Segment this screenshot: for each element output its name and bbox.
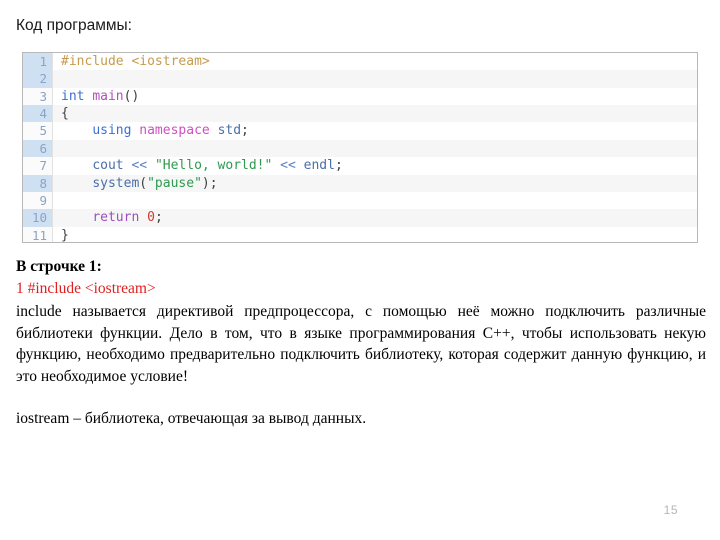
code-line: #include <iostream>: [53, 53, 697, 70]
line-number: 6: [23, 139, 52, 158]
token-shift-operator: <<: [131, 158, 148, 174]
line-number: 11: [31, 227, 47, 243]
token-namespace: namespace: [139, 123, 210, 139]
code-content: #include <iostream> int main() { using n…: [53, 53, 697, 242]
line-number: 9: [39, 192, 47, 208]
token-std: std: [217, 123, 242, 139]
line-number: 4: [23, 105, 52, 123]
code-line: [53, 139, 697, 158]
token-int: int: [61, 88, 85, 104]
token-semicolon: ;: [209, 175, 218, 191]
explanation-section: В строчке 1: 1 #include <iostream> inclu…: [16, 257, 706, 430]
token-using: using: [92, 123, 132, 139]
explanation-code-reference: 1 #include <iostream>: [16, 280, 156, 297]
token-zero: 0: [147, 210, 155, 226]
code-block: 1 2 3 4 5 6 7 8 9 10 11 #include <iostre…: [22, 52, 698, 243]
code-line: int main(): [53, 88, 697, 105]
token-paren-close: ): [201, 175, 210, 191]
page-title: Код программы:: [16, 17, 132, 34]
token-system: system: [92, 175, 140, 191]
token-shift-operator: <<: [280, 158, 296, 174]
token-semicolon: ;: [241, 123, 249, 139]
token-pause-string: "pause": [147, 175, 202, 191]
token-main: main: [92, 88, 124, 104]
page-number: 15: [663, 503, 678, 517]
explanation-paragraph-1: include называется директивой предпроцес…: [16, 303, 706, 385]
code-gutter: 1 2 3 4 5 6 7 8 9 10 11: [23, 53, 53, 242]
explanation-heading: В строчке 1:: [16, 258, 102, 275]
code-line: return 0;: [53, 209, 697, 227]
token-brace-close: }: [61, 227, 69, 243]
line-number: 8: [23, 174, 52, 192]
line-number: 1: [23, 53, 52, 71]
code-line: [53, 70, 697, 88]
line-number: 5: [39, 123, 47, 139]
token-semicolon: ;: [154, 210, 163, 226]
token-semicolon: ;: [334, 158, 343, 174]
code-line: cout << "Hello, world!" << endl;: [53, 157, 697, 174]
line-number: 7: [39, 158, 47, 174]
token-paren-open: (: [139, 175, 148, 191]
code-line: system("pause");: [53, 174, 697, 192]
token-header: <iostream>: [131, 54, 210, 69]
token-paren-close: ): [131, 88, 140, 104]
line-number: 10: [23, 209, 52, 227]
explanation-paragraph-2: iostream – библиотека, отвечающая за выв…: [16, 410, 367, 427]
token-brace-open: {: [61, 106, 69, 122]
token-include-directive: #include: [61, 54, 124, 69]
token-endl: endl: [303, 158, 335, 174]
code-line: }: [53, 227, 697, 243]
line-number: 3: [39, 88, 47, 104]
code-line: {: [53, 105, 697, 123]
token-cout: cout: [92, 158, 124, 174]
token-return: return: [92, 210, 140, 226]
slide-root: Код программы: 1 2 3 4 5 6 7 8 9 10 11 #…: [0, 0, 720, 540]
code-line: using namespace std;: [53, 122, 697, 139]
token-hello-string: "Hello, world!": [154, 158, 273, 174]
line-number: 2: [23, 70, 52, 88]
